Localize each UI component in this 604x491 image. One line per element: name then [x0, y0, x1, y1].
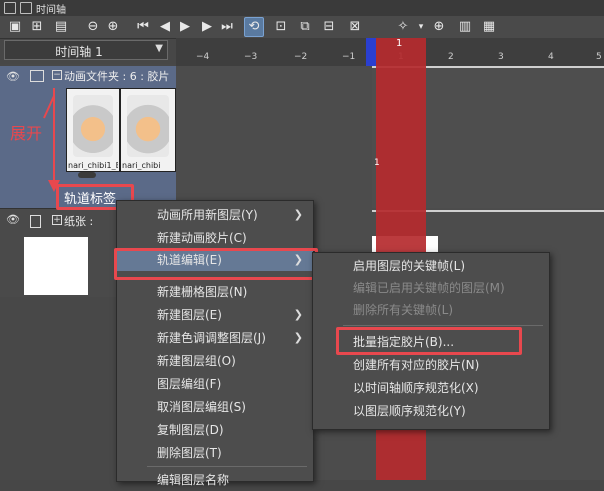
- menu-label: 启用图层的关键帧(L): [353, 259, 466, 273]
- menu-label: 动画所用新图层(Y): [157, 208, 258, 222]
- menu-label: 新建动画胶片(C): [157, 231, 247, 245]
- menu-label: 新建图层(E): [157, 308, 222, 322]
- chevron-right-icon: ❯: [293, 331, 303, 344]
- menu-item-new-animation-cel[interactable]: 新建动画胶片(C): [117, 227, 313, 249]
- menu-item-rename-layer[interactable]: 编辑图层名称: [117, 469, 313, 491]
- menu-item-ungroup-layer[interactable]: 取消图层编组(S): [117, 396, 313, 418]
- highlight-box: [336, 327, 522, 355]
- menu-label: 编辑已启用关键帧的图层(M): [353, 281, 505, 295]
- menu-label: 新建图层组(O): [157, 354, 236, 368]
- submenu-item-enable-keyframes[interactable]: 启用图层的关键帧(L): [313, 255, 549, 277]
- menu-item-new-layer-folder[interactable]: 新建图层组(O): [117, 350, 313, 372]
- menu-item-group-layer[interactable]: 图层编组(F): [117, 373, 313, 395]
- menu-label: 图层编组(F): [157, 377, 222, 391]
- highlight-box: [114, 248, 318, 280]
- menu-item-new-animation-layer[interactable]: 动画所用新图层(Y) ❯: [117, 204, 313, 226]
- menu-item-duplicate-layer[interactable]: 复制图层(D): [117, 419, 313, 441]
- chevron-right-icon: ❯: [293, 208, 303, 221]
- menu-label: 复制图层(D): [157, 423, 224, 437]
- submenu-item-normalize-layer[interactable]: 以图层顺序规范化(Y): [313, 400, 549, 422]
- submenu-item-delete-all-keyframes: 删除所有关键帧(L): [313, 299, 549, 321]
- layer-context-menu: 动画所用新图层(Y) ❯ 新建动画胶片(C) 轨道编辑(E) ❯ 新建栅格图层(N)…: [116, 200, 314, 487]
- menu-label: 删除图层(T): [157, 446, 222, 460]
- menu-label: 取消图层编组(S): [157, 400, 246, 414]
- menu-label: 删除所有关键帧(L): [353, 303, 454, 317]
- menu-item-delete-layer[interactable]: 删除图层(T): [117, 442, 313, 464]
- submenu-item-edit-keyframe-layer: 编辑已启用关键帧的图层(M): [313, 277, 549, 299]
- menu-label: 新建栅格图层(N): [157, 285, 248, 299]
- menu-separator: [343, 325, 543, 326]
- menu-label: 新建色调调整图层(J): [157, 331, 266, 345]
- menu-item-new-raster-layer[interactable]: 新建栅格图层(N): [117, 281, 313, 303]
- menu-label: 编辑图层名称: [157, 473, 230, 487]
- menu-item-new-tone-layer[interactable]: 新建色调调整图层(J) ❯: [117, 327, 313, 349]
- menu-separator: [147, 466, 307, 467]
- submenu-item-normalize-timeline[interactable]: 以时间轴顺序规范化(X): [313, 377, 549, 399]
- menu-item-new-layer[interactable]: 新建图层(E) ❯: [117, 304, 313, 326]
- submenu-item-create-all-cels[interactable]: 创建所有对应的胶片(N): [313, 354, 549, 376]
- menu-label: 创建所有对应的胶片(N): [353, 358, 480, 372]
- chevron-right-icon: ❯: [293, 308, 303, 321]
- menu-label: 以时间轴顺序规范化(X): [353, 381, 479, 395]
- menu-label: 以图层顺序规范化(Y): [353, 404, 466, 418]
